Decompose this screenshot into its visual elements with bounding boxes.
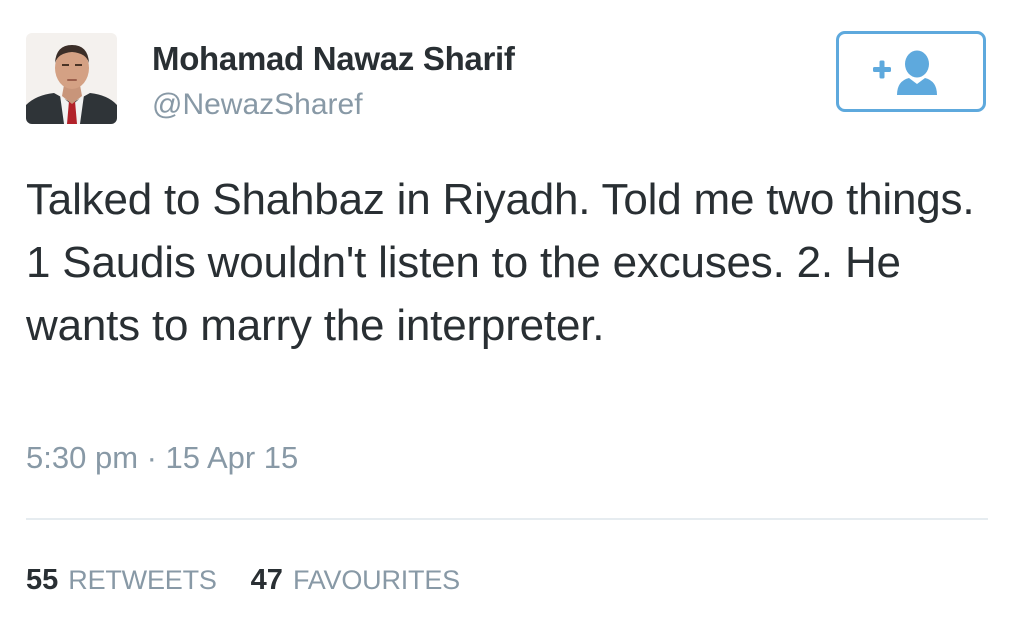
- add-user-icon: [873, 50, 937, 95]
- favourites-count: 47: [250, 564, 283, 596]
- divider: [26, 518, 988, 520]
- display-name[interactable]: Mohamad Nawaz Sharif: [152, 40, 515, 78]
- screen-name[interactable]: @NewazSharef: [152, 88, 363, 122]
- tweet-timestamp[interactable]: 5:30 pm · 15 Apr 15: [26, 440, 298, 476]
- tweet-stats: 55 RETWEETS 47 FAVOURITES: [26, 564, 460, 597]
- retweets-label: RETWEETS: [68, 565, 217, 595]
- avatar[interactable]: [26, 33, 117, 124]
- follow-button[interactable]: [836, 31, 986, 112]
- favourites-label: FAVOURITES: [292, 565, 460, 595]
- favourites-stat[interactable]: 47 FAVOURITES: [251, 564, 460, 597]
- retweets-stat[interactable]: 55 RETWEETS: [26, 564, 217, 597]
- profile-photo: [26, 33, 117, 124]
- retweets-count: 55: [26, 564, 59, 596]
- tweet-text: Talked to Shahbaz in Riyadh. Told me two…: [26, 175, 975, 350]
